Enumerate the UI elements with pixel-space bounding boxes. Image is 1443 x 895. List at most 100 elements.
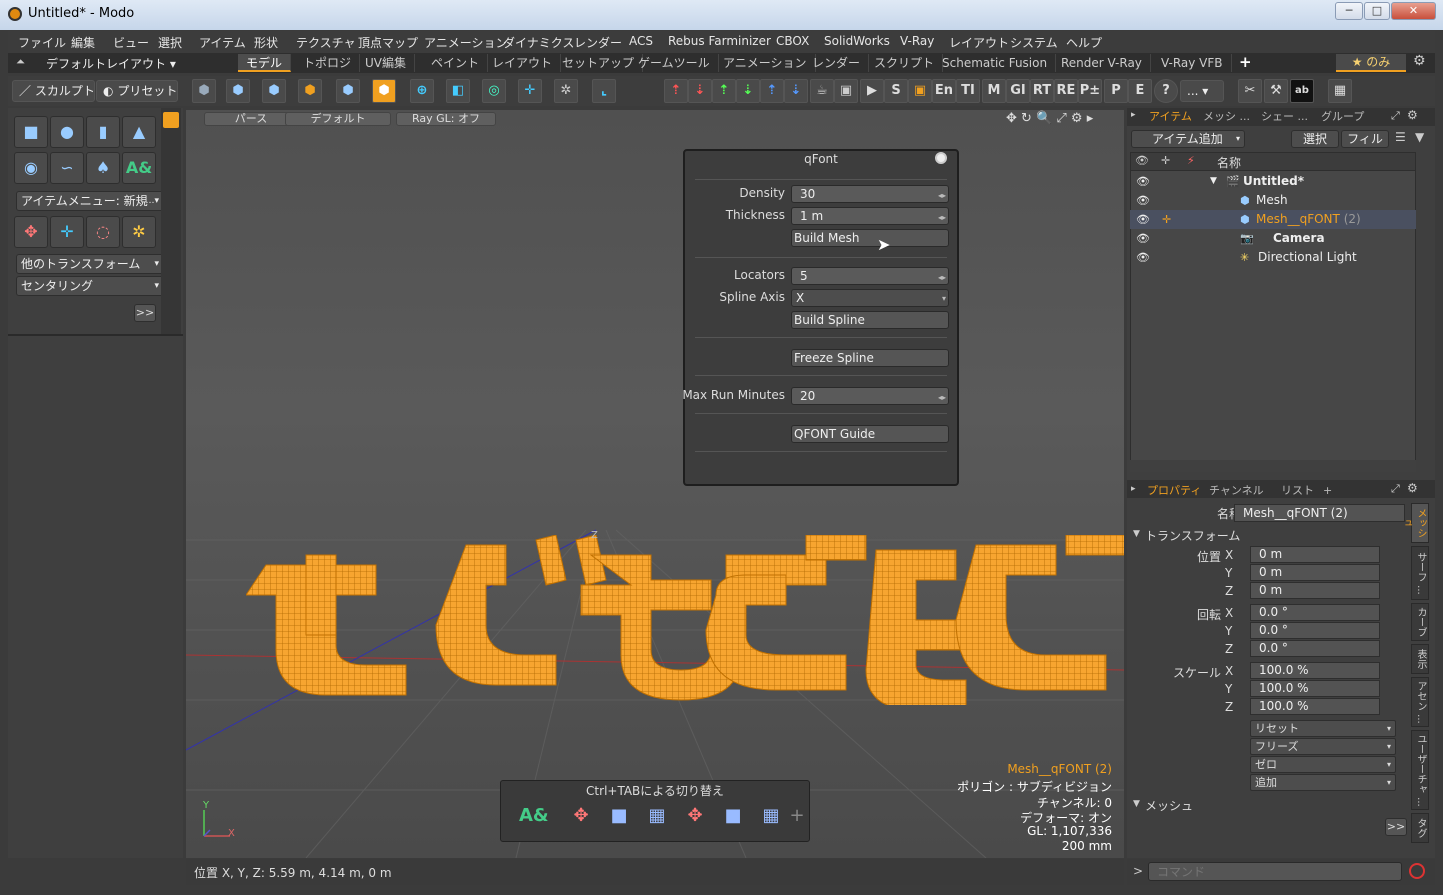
rotation-x-field[interactable]: 0.0 ° bbox=[1250, 604, 1380, 621]
tab-properties[interactable]: プロパティ bbox=[1147, 483, 1201, 499]
props-expand-button[interactable]: >> bbox=[1385, 818, 1407, 836]
symmetry-icon[interactable]: ◎ bbox=[482, 79, 506, 103]
spinner-icon[interactable]: ◂▸ bbox=[938, 210, 946, 226]
menu-view[interactable]: ビュー bbox=[113, 34, 149, 51]
menu-select[interactable]: 選択 bbox=[158, 34, 182, 51]
scale-tool-icon[interactable]: ✲ bbox=[122, 216, 156, 248]
tree-row-mesh[interactable]: 👁 ⬢ Mesh bbox=[1130, 191, 1416, 210]
qfont-close-icon[interactable] bbox=[935, 152, 947, 164]
menu-dynamics[interactable]: ダイナミクス bbox=[503, 34, 574, 51]
tree-row-scene[interactable]: 👁 ▼ 🎬 Untitled* bbox=[1130, 172, 1416, 191]
rotation-z-field[interactable]: 0.0 ° bbox=[1250, 640, 1380, 657]
settings-gear-icon[interactable]: ⚙ bbox=[1413, 53, 1426, 69]
e-button[interactable]: E bbox=[1128, 79, 1152, 103]
menu-edit[interactable]: 編集 bbox=[71, 34, 95, 51]
tab-items[interactable]: アイテム bbox=[1149, 109, 1192, 125]
render-window-icon[interactable]: ▣ bbox=[834, 79, 858, 103]
move-tool-icon[interactable]: ✛ bbox=[50, 216, 84, 248]
list-view-icon[interactable]: ☰ bbox=[1395, 130, 1406, 144]
tree-row-camera[interactable]: 👁 📷 Camera bbox=[1130, 229, 1416, 248]
tab-render-vray[interactable]: Render V-Ray bbox=[1053, 54, 1151, 72]
transform2-tray-icon[interactable]: ✥ bbox=[681, 805, 709, 831]
re-button[interactable]: RE bbox=[1054, 79, 1078, 103]
item-select-icon[interactable]: ⬢ bbox=[372, 79, 396, 103]
eye-icon[interactable]: 👁 bbox=[1136, 210, 1150, 229]
text-tool-icon[interactable]: A& bbox=[519, 805, 549, 831]
filter-funnel-icon[interactable]: ▼ bbox=[1415, 130, 1424, 144]
max-run-field[interactable]: 20 ◂▸ bbox=[791, 387, 949, 405]
menu-vray[interactable]: V-Ray bbox=[900, 34, 934, 48]
tab-topology[interactable]: トポロジ bbox=[295, 54, 361, 72]
spinner-icon[interactable]: ◂▸ bbox=[938, 390, 946, 406]
expand-button[interactable]: >> bbox=[134, 304, 156, 322]
vtab-mesh[interactable]: メッシュ bbox=[1400, 503, 1429, 543]
add-tab-button[interactable]: + bbox=[1239, 53, 1252, 71]
pivot-icon[interactable]: ⊕ bbox=[410, 79, 434, 103]
tab-model[interactable]: モデル bbox=[238, 54, 292, 72]
scale-z-field[interactable]: 100.0 % bbox=[1250, 698, 1380, 715]
arrow-up-red-icon[interactable]: ⇡ bbox=[664, 79, 688, 103]
panel-expand-icon[interactable]: ⤢ bbox=[1391, 109, 1400, 123]
tab-render[interactable]: レンダー bbox=[804, 54, 870, 72]
density-field[interactable]: 30 ◂▸ bbox=[791, 185, 949, 203]
cubes2-tray-icon[interactable]: ▦ bbox=[757, 805, 785, 831]
teapot-icon[interactable]: ☕ bbox=[810, 79, 834, 103]
text-primitive-icon[interactable]: A& bbox=[122, 152, 156, 184]
menu-texture[interactable]: テクスチャ bbox=[296, 34, 356, 51]
mesh-collapse-icon[interactable]: ▼ bbox=[1133, 799, 1140, 809]
add-tray-icon[interactable]: + bbox=[783, 805, 811, 831]
favorites-only-toggle[interactable]: ★ のみ bbox=[1336, 54, 1406, 72]
spinner-icon[interactable]: ◂▸ bbox=[938, 188, 946, 204]
expand-triangle-icon[interactable]: ▼ bbox=[1210, 172, 1217, 191]
help-button[interactable]: ? bbox=[1154, 79, 1178, 103]
maximize-button[interactable]: □ bbox=[1364, 2, 1390, 20]
vtab-user-channels[interactable]: ユーザーチャ ... bbox=[1411, 730, 1429, 810]
vtab-assembly[interactable]: アセン ... bbox=[1411, 677, 1429, 727]
cut-icon[interactable]: ✂ bbox=[1238, 79, 1262, 103]
transform-tool-icon[interactable]: ✥ bbox=[14, 216, 48, 248]
scale-x-field[interactable]: 100.0 % bbox=[1250, 662, 1380, 679]
reset-dropdown[interactable]: リセット ▾ bbox=[1250, 720, 1396, 737]
freeze-spline-button[interactable]: Freeze Spline bbox=[791, 349, 949, 367]
tab-schematic-fusion[interactable]: Schematic Fusion bbox=[934, 54, 1057, 72]
orange-tab-marker[interactable] bbox=[163, 112, 179, 128]
3d-viewport[interactable]: パース デフォルト Ray GL: オフ ✥ ↻ 🔍 ⤢ ⚙ ▸ Mesh__q… bbox=[186, 110, 1124, 858]
item-menu-dropdown[interactable]: アイテムメニュー: 新規 …▾ bbox=[16, 191, 164, 211]
p-plus-button[interactable]: P± bbox=[1078, 79, 1102, 103]
tab-script[interactable]: スクリプト bbox=[866, 54, 944, 72]
cone-primitive-icon[interactable]: ▲ bbox=[122, 116, 156, 148]
menu-help[interactable]: ヘルプ bbox=[1066, 34, 1102, 51]
close-button[interactable]: ✕ bbox=[1391, 2, 1436, 20]
p-button[interactable]: P bbox=[1104, 79, 1128, 103]
select-button[interactable]: 選択 bbox=[1291, 130, 1339, 148]
menu-solidworks[interactable]: SolidWorks bbox=[824, 34, 890, 48]
menu-system[interactable]: システム bbox=[1010, 34, 1058, 51]
menu-acs[interactable]: ACS bbox=[629, 34, 653, 48]
capsule-primitive-icon[interactable]: ∽ bbox=[50, 152, 84, 184]
cube-primitive-icon[interactable]: ■ bbox=[14, 116, 48, 148]
arrow-up-green-icon[interactable]: ⇡ bbox=[712, 79, 736, 103]
material-select-icon[interactable]: ⬢ bbox=[336, 79, 360, 103]
tab-add[interactable]: + bbox=[1323, 483, 1332, 499]
tree-scrollbar[interactable] bbox=[1130, 460, 1416, 472]
position-x-field[interactable]: 0 m bbox=[1250, 546, 1380, 563]
transform-collapse-icon[interactable]: ▼ bbox=[1133, 529, 1140, 539]
eye-icon[interactable]: 👁 bbox=[1136, 172, 1150, 191]
arrow-down-red-icon[interactable]: ⇣ bbox=[688, 79, 712, 103]
props-expand-icon[interactable]: ⤢ bbox=[1391, 482, 1400, 496]
tree-row-light[interactable]: 👁 ✳ Directional Light bbox=[1130, 248, 1416, 267]
tab-list[interactable]: リスト bbox=[1281, 483, 1314, 499]
screenshot-icon[interactable]: ▦ bbox=[1328, 79, 1352, 103]
bell-primitive-icon[interactable]: ♠ bbox=[86, 152, 120, 184]
view-projection-button[interactable]: パース bbox=[204, 112, 298, 126]
rotation-y-field[interactable]: 0.0 ° bbox=[1250, 622, 1380, 639]
tab-layout[interactable]: レイアウト bbox=[484, 54, 562, 72]
arrow-down-blue-icon[interactable]: ⇣ bbox=[784, 79, 808, 103]
sphere-primitive-icon[interactable]: ● bbox=[50, 116, 84, 148]
name-field[interactable]: Mesh__qFONT (2) bbox=[1234, 504, 1405, 522]
add-dropdown[interactable]: 追加 ▾ bbox=[1250, 774, 1396, 791]
add-item-dropdown[interactable]: アイテム追加 ▾ bbox=[1131, 130, 1245, 148]
cylinder-primitive-icon[interactable]: ▮ bbox=[86, 116, 120, 148]
arrow-down-green-icon[interactable]: ⇣ bbox=[736, 79, 760, 103]
tab-animation[interactable]: アニメーション bbox=[715, 54, 816, 72]
